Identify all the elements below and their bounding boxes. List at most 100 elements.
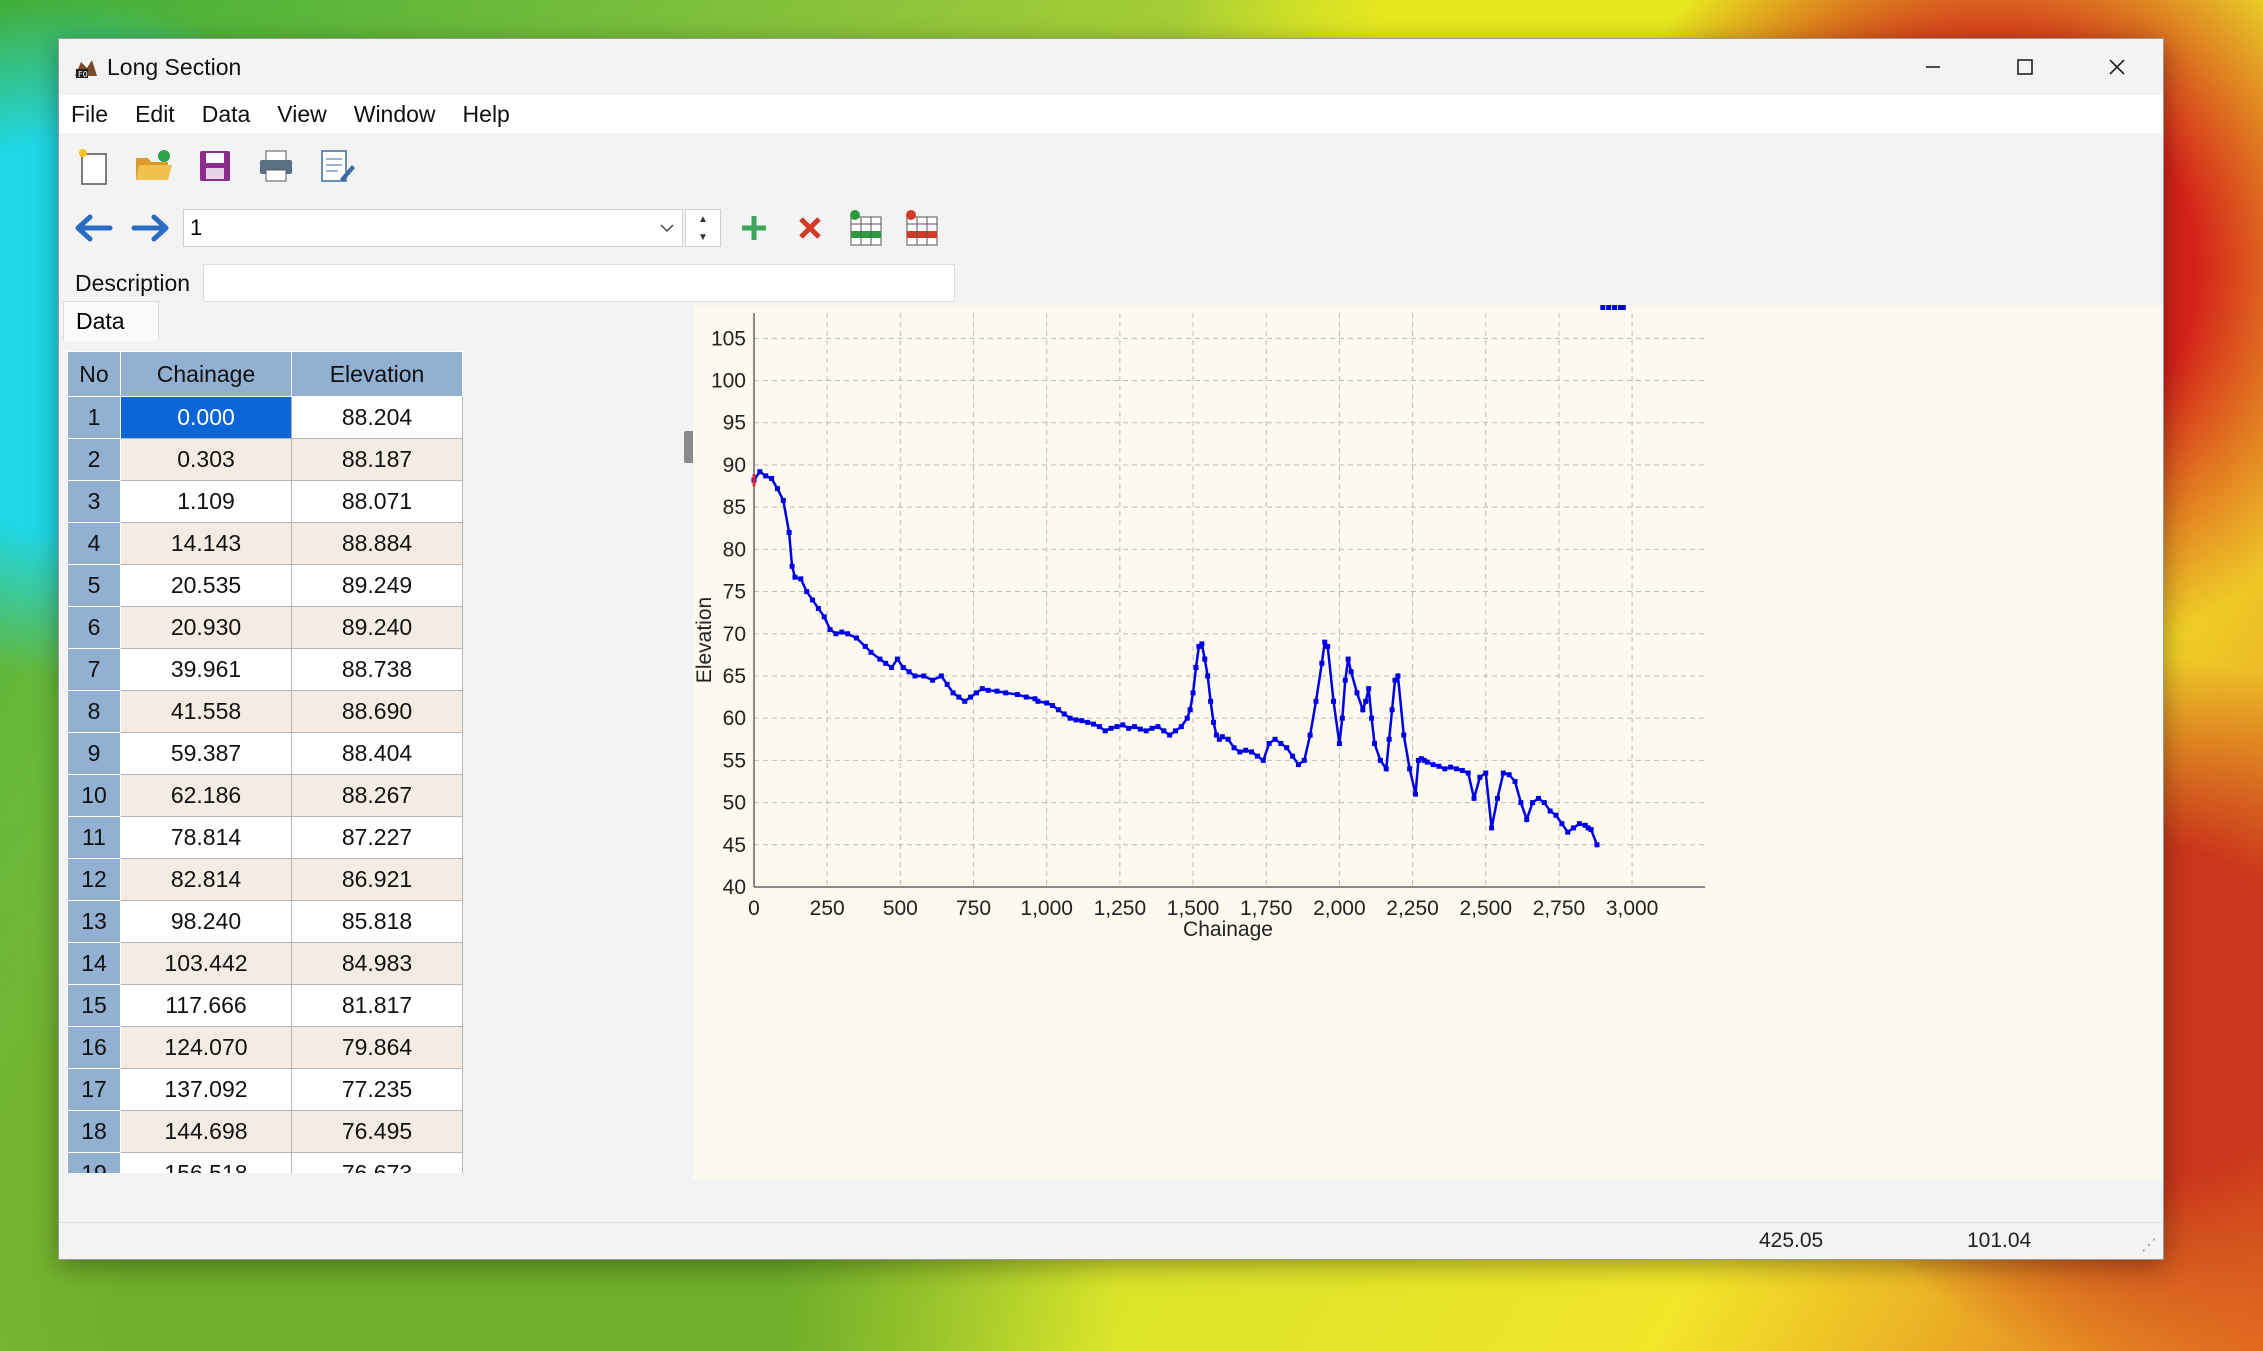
chainage-cell[interactable]: 62.186 xyxy=(120,774,292,817)
next-button[interactable] xyxy=(127,206,173,250)
elevation-cell[interactable]: 88.071 xyxy=(291,480,463,523)
table-row[interactable]: 14 103.442 84.983 xyxy=(67,942,463,985)
chainage-cell[interactable]: 20.535 xyxy=(120,564,292,607)
elevation-cell[interactable]: 79.864 xyxy=(291,1026,463,1069)
elevation-cell[interactable]: 88.884 xyxy=(291,522,463,565)
new-button[interactable] xyxy=(71,144,115,188)
row-number-cell[interactable]: 16 xyxy=(67,1026,121,1069)
chainage-cell[interactable]: 82.814 xyxy=(120,858,292,901)
chainage-cell[interactable]: 14.143 xyxy=(120,522,292,565)
row-number-cell[interactable]: 8 xyxy=(67,690,121,733)
menu-file[interactable]: File xyxy=(71,101,108,128)
table-row[interactable]: 4 14.143 88.884 xyxy=(67,522,463,565)
delete-section-button[interactable] xyxy=(787,206,833,250)
maximize-button[interactable] xyxy=(1979,39,2071,95)
elevation-cell[interactable]: 88.738 xyxy=(291,648,463,691)
row-number-cell[interactable]: 7 xyxy=(67,648,121,691)
spin-up-icon[interactable]: ▲ xyxy=(686,210,720,228)
elevation-cell[interactable]: 85.818 xyxy=(291,900,463,943)
chainage-cell[interactable]: 41.558 xyxy=(120,690,292,733)
elevation-cell[interactable]: 88.204 xyxy=(291,396,463,439)
row-number-cell[interactable]: 5 xyxy=(67,564,121,607)
elevation-cell[interactable]: 76.495 xyxy=(291,1110,463,1153)
close-button[interactable] xyxy=(2071,39,2163,95)
elevation-cell[interactable]: 86.921 xyxy=(291,858,463,901)
description-input[interactable] xyxy=(203,264,955,302)
chainage-cell[interactable]: 1.109 xyxy=(120,480,292,523)
table-row[interactable]: 19 156.518 76.673 xyxy=(67,1152,463,1173)
chainage-cell[interactable]: 78.814 xyxy=(120,816,292,859)
section-selector[interactable]: 1 xyxy=(183,209,683,247)
header-no[interactable]: No xyxy=(67,351,121,397)
resize-grip-icon[interactable]: ⋰ xyxy=(2141,1235,2157,1255)
row-number-cell[interactable]: 6 xyxy=(67,606,121,649)
chainage-cell[interactable]: 59.387 xyxy=(120,732,292,775)
chainage-cell[interactable]: 98.240 xyxy=(120,900,292,943)
spin-down-icon[interactable]: ▼ xyxy=(686,228,720,246)
menu-window[interactable]: Window xyxy=(354,101,436,128)
row-number-cell[interactable]: 3 xyxy=(67,480,121,523)
menu-view[interactable]: View xyxy=(277,101,326,128)
table-row[interactable]: 5 20.535 89.249 xyxy=(67,564,463,607)
row-number-cell[interactable]: 9 xyxy=(67,732,121,775)
row-number-cell[interactable]: 17 xyxy=(67,1068,121,1111)
row-number-cell[interactable]: 10 xyxy=(67,774,121,817)
section-spinner[interactable]: ▲ ▼ xyxy=(685,209,721,247)
chainage-cell[interactable]: 0.000 xyxy=(120,396,292,439)
elevation-cell[interactable]: 76.673 xyxy=(291,1152,463,1173)
table-row[interactable]: 16 124.070 79.864 xyxy=(67,1026,463,1069)
row-number-cell[interactable]: 13 xyxy=(67,900,121,943)
chainage-cell[interactable]: 117.666 xyxy=(120,984,292,1027)
menu-data[interactable]: Data xyxy=(202,101,251,128)
elevation-cell[interactable]: 88.187 xyxy=(291,438,463,481)
row-number-cell[interactable]: 15 xyxy=(67,984,121,1027)
elevation-cell[interactable]: 88.267 xyxy=(291,774,463,817)
menu-help[interactable]: Help xyxy=(463,101,510,128)
row-number-cell[interactable]: 2 xyxy=(67,438,121,481)
table-row[interactable]: 1 0.000 88.204 xyxy=(67,396,463,439)
chainage-cell[interactable]: 137.092 xyxy=(120,1068,292,1111)
row-number-cell[interactable]: 4 xyxy=(67,522,121,565)
elevation-cell[interactable]: 88.404 xyxy=(291,732,463,775)
add-section-button[interactable] xyxy=(731,206,777,250)
row-number-cell[interactable]: 14 xyxy=(67,942,121,985)
table-row[interactable]: 2 0.303 88.187 xyxy=(67,438,463,481)
chainage-cell[interactable]: 124.070 xyxy=(120,1026,292,1069)
menu-edit[interactable]: Edit xyxy=(135,101,175,128)
table-row[interactable]: 7 39.961 88.738 xyxy=(67,648,463,691)
chainage-cell[interactable]: 144.698 xyxy=(120,1110,292,1153)
table-row[interactable]: 8 41.558 88.690 xyxy=(67,690,463,733)
chainage-cell[interactable]: 103.442 xyxy=(120,942,292,985)
elevation-cell[interactable]: 89.249 xyxy=(291,564,463,607)
row-number-cell[interactable]: 1 xyxy=(67,396,121,439)
previous-button[interactable] xyxy=(71,206,117,250)
tab-data[interactable]: Data xyxy=(63,301,159,341)
table-row[interactable]: 9 59.387 88.404 xyxy=(67,732,463,775)
table-row[interactable]: 17 137.092 77.235 xyxy=(67,1068,463,1111)
chainage-cell[interactable]: 20.930 xyxy=(120,606,292,649)
table-row[interactable]: 12 82.814 86.921 xyxy=(67,858,463,901)
save-button[interactable] xyxy=(193,144,237,188)
elevation-cell[interactable]: 88.690 xyxy=(291,690,463,733)
table-row[interactable]: 6 20.930 89.240 xyxy=(67,606,463,649)
elevation-cell[interactable]: 84.983 xyxy=(291,942,463,985)
edit-notes-button[interactable] xyxy=(315,144,359,188)
table-row[interactable]: 15 117.666 81.817 xyxy=(67,984,463,1027)
print-button[interactable] xyxy=(254,144,298,188)
elevation-cell[interactable]: 77.235 xyxy=(291,1068,463,1111)
row-number-cell[interactable]: 11 xyxy=(67,816,121,859)
header-elevation[interactable]: Elevation xyxy=(291,351,463,397)
insert-row-button[interactable] xyxy=(843,206,889,250)
delete-row-button[interactable] xyxy=(899,206,945,250)
table-row[interactable]: 10 62.186 88.267 xyxy=(67,774,463,817)
chainage-cell[interactable]: 156.518 xyxy=(120,1152,292,1173)
long-section-chart[interactable]: 0 250 500 750 1,000 1,250 1,500 1,750 2,000 2,250… xyxy=(693,305,2163,1180)
table-row[interactable]: 18 144.698 76.495 xyxy=(67,1110,463,1153)
elevation-cell[interactable]: 89.240 xyxy=(291,606,463,649)
header-chainage[interactable]: Chainage xyxy=(120,351,292,397)
chainage-cell[interactable]: 0.303 xyxy=(120,438,292,481)
chainage-cell[interactable]: 39.961 xyxy=(120,648,292,691)
table-row[interactable]: 3 1.109 88.071 xyxy=(67,480,463,523)
row-number-cell[interactable]: 12 xyxy=(67,858,121,901)
table-row[interactable]: 13 98.240 85.818 xyxy=(67,900,463,943)
